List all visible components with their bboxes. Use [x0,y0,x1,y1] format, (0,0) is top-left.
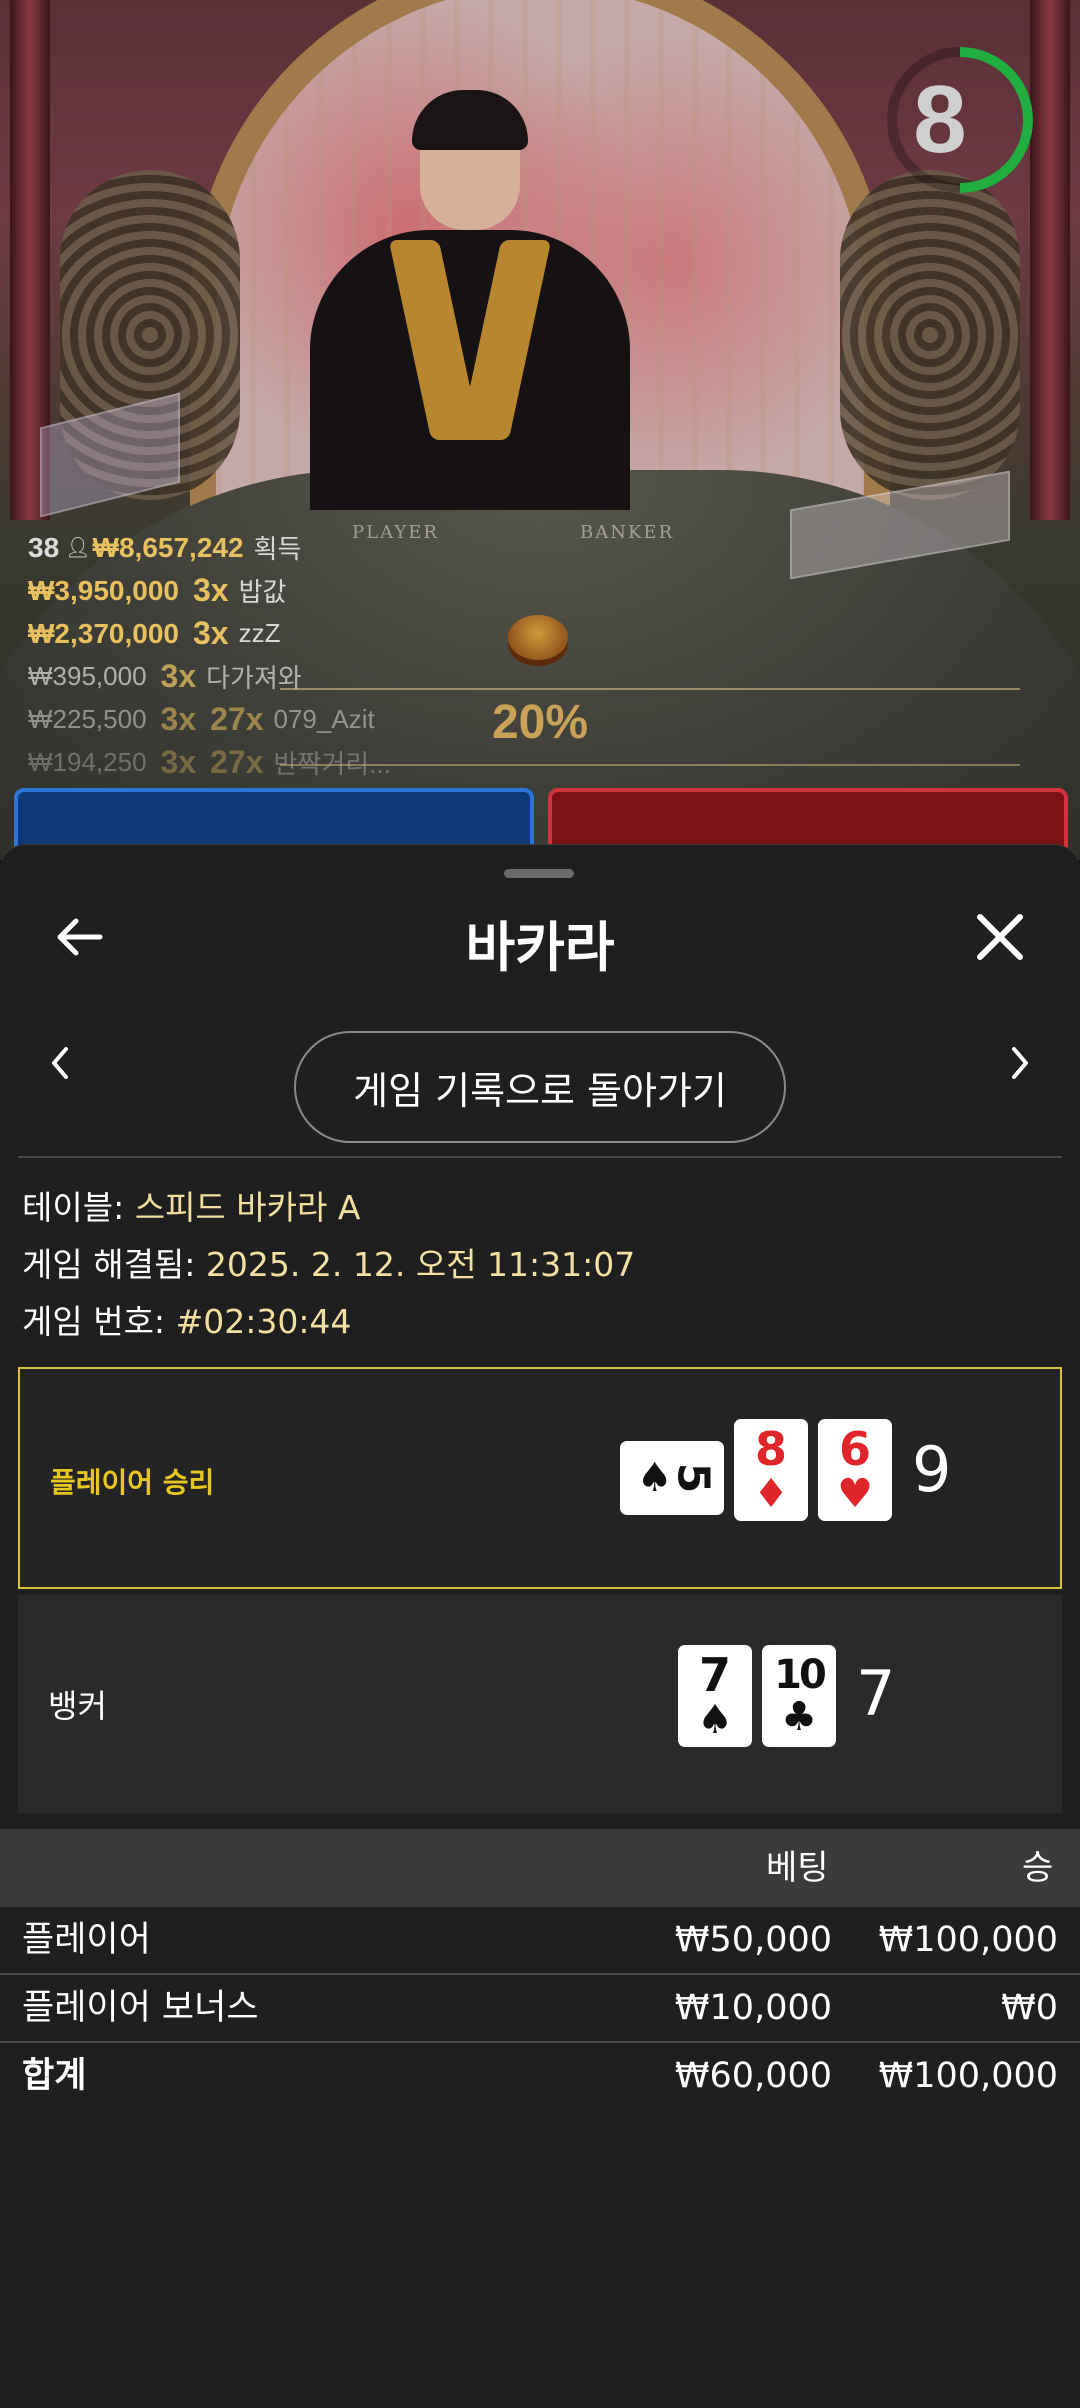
playing-card: 8 ♦ [734,1419,808,1521]
spade-icon: ♠ [697,1697,733,1743]
winners-total: 38 👤︎ ₩8,657,242 획득 [28,531,302,565]
dealer [300,60,640,510]
chip-stack [508,615,568,660]
sheet-drag-handle[interactable] [504,869,574,878]
chevron-left-icon [52,1047,68,1079]
previous-game-button[interactable] [30,1023,90,1103]
live-video: PLAYER BANKER 8 38 👤︎ ₩8,657,242 획득 ₩3,9… [0,0,1080,860]
person-icon: 👤︎ [65,537,91,559]
win-column-header: 승 [1022,1848,1054,1888]
table-row: 플레이어 ₩50,000 ₩100,000 [0,1907,1080,1975]
playing-card: 10 ♣ [762,1645,836,1747]
heart-icon: ♥ [837,1471,873,1517]
player-result-panel: 플레이어 승리 ♠ 5 8 ♦ 6 ♥ 9 [18,1367,1062,1589]
table-info: 테이블: 스피드 바카라 A [22,1188,361,1227]
back-to-history-button[interactable]: 게임 기록으로 돌아가기 [294,1031,786,1143]
close-icon [977,914,1023,960]
diamond-icon: ♦ [753,1471,789,1517]
bet-column-header: 베팅 [766,1848,829,1888]
close-button[interactable] [960,897,1040,977]
divider [18,1156,1062,1158]
playing-card: 7 ♠ [678,1645,752,1747]
countdown-timer: 8 [913,66,967,173]
winner-row: ₩225,500 3x 27x 079_Azit [28,701,375,737]
banker-result-panel: 뱅커 7 ♠ 10 ♣ 7 [18,1595,1062,1813]
winner-row: ₩3,950,000 3x 밥값 [28,572,287,608]
chevron-right-icon [1012,1047,1028,1079]
banker-label: 뱅커 [48,1687,107,1725]
playing-card: ♠ 5 [620,1441,724,1515]
felt-banker-label: BANKER [580,522,675,543]
resolved-info: 게임 해결됨: 2025. 2. 12. 오전 11:31:07 [22,1245,636,1284]
total-row: 합계 ₩60,000 ₩100,000 [22,2056,1058,2096]
bonus-percent: 20% [491,696,589,749]
winner-row: ₩2,370,000 3x zzZ [28,615,281,651]
player-win-label: 플레이어 승리 [50,1466,215,1499]
club-icon: ♣ [781,1694,817,1740]
bonus-line-top [280,688,1020,690]
bonus-line-bottom [280,764,1020,766]
winners-list: 38 👤︎ ₩8,657,242 획득 ₩3,950,000 3x 밥값 ₩2,… [28,526,391,784]
sheet-title: 바카라 [465,916,615,979]
table-row: 플레이어 보너스 ₩10,000 ₩0 [0,1975,1080,2043]
dragon-statue-right [840,170,1020,500]
game-detail-sheet: 바카라 게임 기록으로 돌아가기 테이블: 스피드 바카라 A 게임 해결됨: … [0,844,1080,2408]
playing-card: 6 ♥ [818,1419,892,1521]
game-number-info: 게임 번호: #02:30:44 [22,1302,352,1341]
winner-row: ₩194,250 3x 27x 반짝거리... [28,744,391,780]
player-score: 9 [912,1433,952,1506]
winner-row: ₩395,000 3x 다가져와 [28,658,302,694]
next-game-button[interactable] [990,1023,1050,1103]
bets-table-header: 베팅 승 [0,1829,1080,1907]
banker-score: 7 [856,1657,896,1730]
